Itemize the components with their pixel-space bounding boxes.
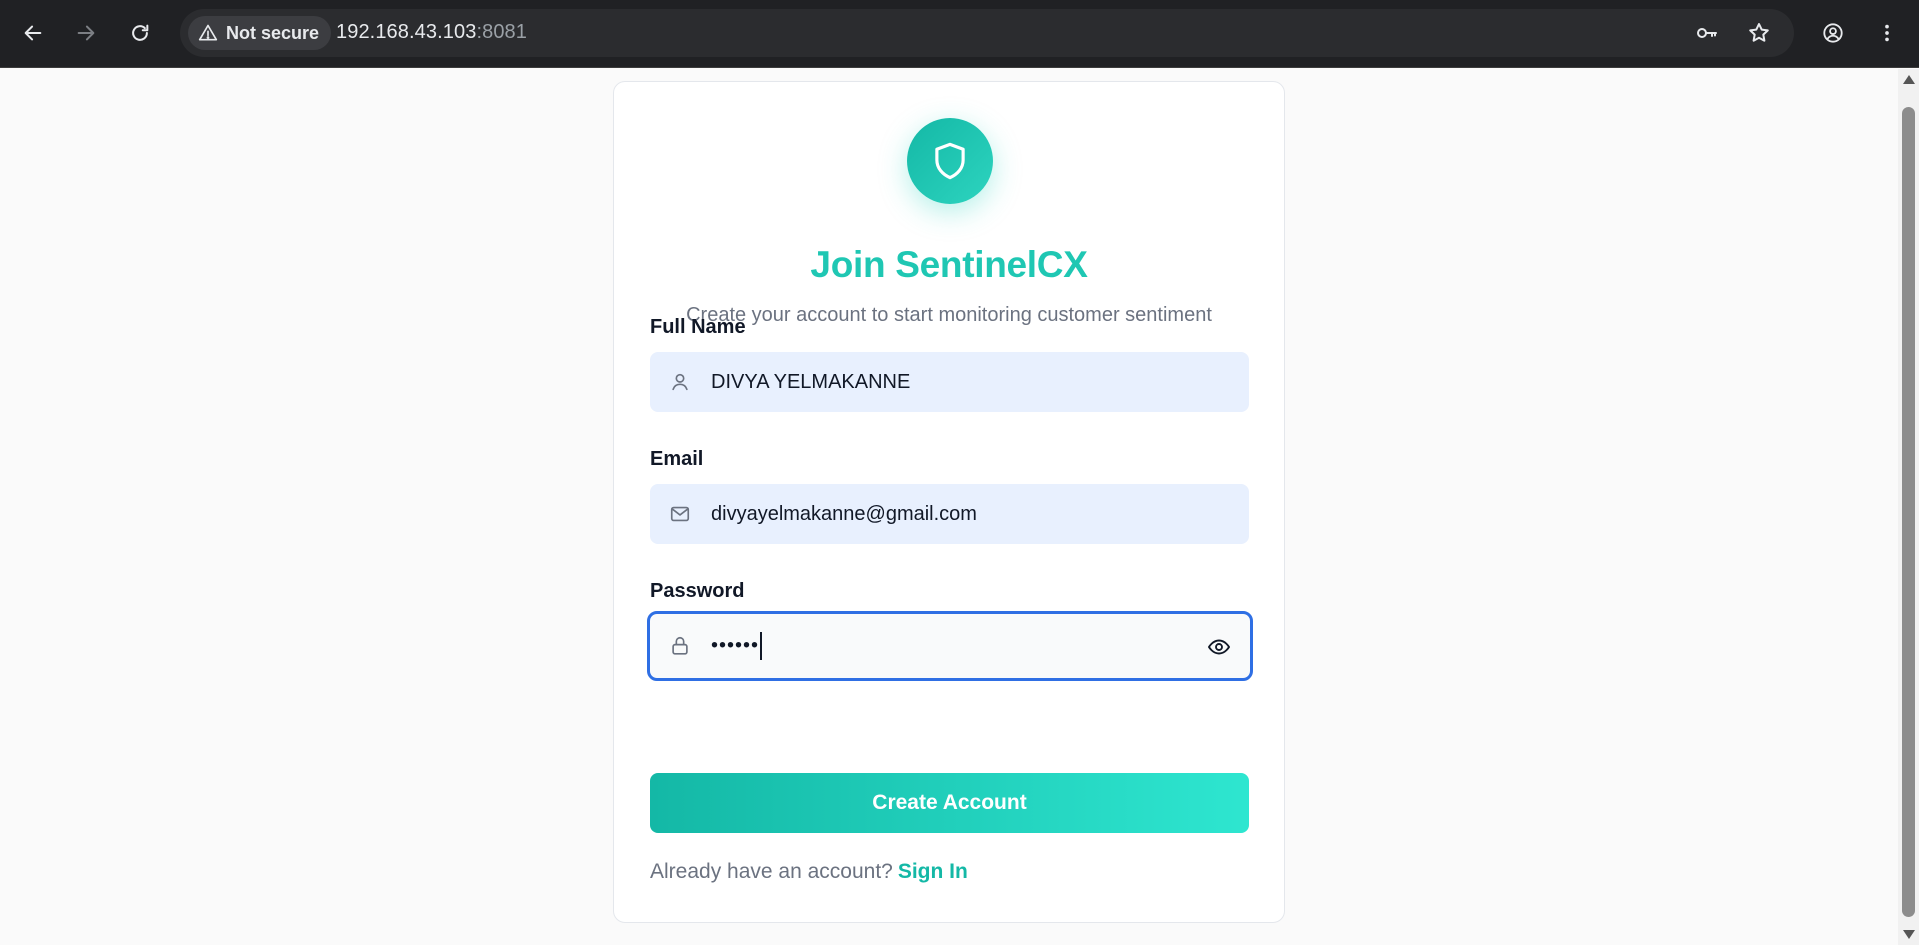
forward-button[interactable] <box>67 14 105 52</box>
logo-badge <box>907 118 993 204</box>
password-manager-button[interactable] <box>1694 20 1720 46</box>
scroll-down-arrow-icon[interactable] <box>1903 930 1915 939</box>
browser-menu-button[interactable] <box>1868 14 1906 52</box>
password-value-wrap: •••••• <box>711 632 763 660</box>
signin-prompt-text: Already have an account? <box>650 860 893 883</box>
signin-prompt: Already have an account? Sign In <box>650 860 968 884</box>
password-value: •••••• <box>711 634 760 657</box>
text-caret <box>760 632 763 660</box>
url-text[interactable]: 192.168.43.103:8081 <box>336 21 527 44</box>
signin-link[interactable]: Sign In <box>898 860 968 883</box>
site-security-chip[interactable]: Not secure <box>188 16 332 50</box>
eye-icon <box>1207 639 1231 655</box>
profile-icon <box>1823 23 1843 43</box>
scroll-up-arrow-icon[interactable] <box>1903 75 1915 84</box>
email-label: Email <box>650 448 704 470</box>
signup-card: Join SentinelCX Create your account to s… <box>613 81 1285 923</box>
security-label: Not secure <box>226 22 320 43</box>
user-icon <box>668 370 692 394</box>
scroll-thumb[interactable] <box>1902 107 1915 917</box>
address-bar[interactable]: Not secure 192.168.43.103:8081 <box>180 9 1794 57</box>
page-title: Join SentinelCX <box>810 244 1088 285</box>
reload-icon <box>132 24 149 41</box>
warning-triangle-icon <box>198 24 218 41</box>
lock-icon <box>668 634 692 658</box>
key-icon <box>1697 28 1717 38</box>
back-arrow-icon <box>24 25 42 41</box>
mail-icon <box>668 502 692 526</box>
back-button[interactable] <box>14 14 52 52</box>
url-port: :8081 <box>476 21 527 43</box>
password-label: Password <box>650 580 745 602</box>
kebab-menu-icon <box>1885 24 1889 42</box>
full-name-input[interactable]: DIVYA YELMAKANNE <box>650 352 1249 412</box>
password-input[interactable]: •••••• <box>647 611 1253 681</box>
profile-button[interactable] <box>1814 14 1852 52</box>
email-input[interactable]: divyayelmakanne@gmail.com <box>650 484 1249 544</box>
reload-button[interactable] <box>121 14 159 52</box>
show-password-toggle[interactable] <box>1206 634 1232 660</box>
bookmark-button[interactable] <box>1746 20 1772 46</box>
page-viewport: Join SentinelCX Create your account to s… <box>0 69 1898 945</box>
page-scrollbar[interactable] <box>1898 69 1919 945</box>
forward-arrow-icon <box>77 25 95 41</box>
star-icon <box>1749 23 1769 42</box>
url-host: 192.168.43.103 <box>336 21 477 43</box>
full-name-value: DIVYA YELMAKANNE <box>711 370 911 393</box>
browser-toolbar: Not secure 192.168.43.103:8081 <box>0 0 1919 68</box>
email-value: divyayelmakanne@gmail.com <box>711 502 977 525</box>
create-account-button[interactable]: Create Account <box>650 773 1249 833</box>
shield-icon <box>935 142 965 180</box>
full-name-label: Full Name <box>650 316 746 338</box>
